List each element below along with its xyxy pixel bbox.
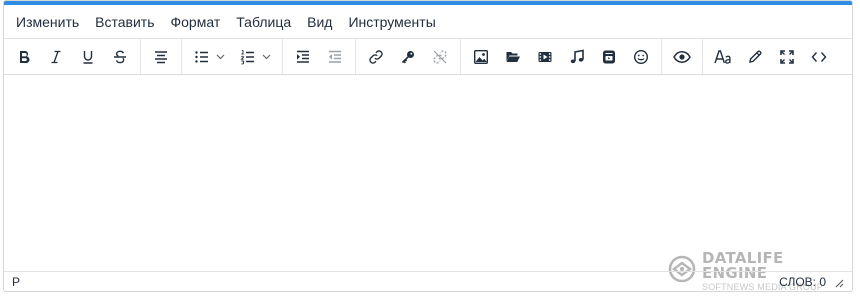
menu-insert[interactable]: Вставить xyxy=(87,5,162,39)
bullet-list-button[interactable] xyxy=(186,42,232,72)
resize-handle-icon[interactable] xyxy=(834,277,844,287)
indent-icon xyxy=(295,49,311,65)
toolbar-group-lists xyxy=(182,39,283,74)
bold-icon xyxy=(16,49,32,65)
outdent-button[interactable] xyxy=(319,42,351,72)
toolbar-group-tools xyxy=(703,39,839,74)
chevron-down-icon[interactable] xyxy=(216,52,225,61)
indent-button[interactable] xyxy=(287,42,319,72)
media-embed-icon xyxy=(601,49,617,65)
image-icon xyxy=(473,49,489,65)
toolbar xyxy=(4,39,852,75)
italic-icon xyxy=(48,49,64,65)
italic-button[interactable] xyxy=(40,42,72,72)
statusbar: P СЛОВ: 0 xyxy=(4,271,852,291)
toolbar-group-indent xyxy=(283,39,356,74)
music-icon xyxy=(569,49,585,65)
outdent-icon xyxy=(327,49,343,65)
format-painter-button[interactable] xyxy=(739,42,771,72)
menu-tools[interactable]: Инструменты xyxy=(340,5,443,39)
toolbar-group-preview xyxy=(662,39,703,74)
preview-button[interactable] xyxy=(666,42,698,72)
align-center-button[interactable] xyxy=(145,42,177,72)
menu-edit[interactable]: Изменить xyxy=(8,5,87,39)
fullscreen-button[interactable] xyxy=(771,42,803,72)
key-button[interactable] xyxy=(392,42,424,72)
video-icon xyxy=(537,49,553,65)
underline-icon xyxy=(80,49,96,65)
statusbar-right: СЛОВ: 0 xyxy=(779,275,844,289)
font-size-button[interactable] xyxy=(707,42,739,72)
bold-button[interactable] xyxy=(8,42,40,72)
folder-open-icon xyxy=(505,49,521,65)
fullscreen-icon xyxy=(779,49,795,65)
element-path[interactable]: P xyxy=(12,275,20,289)
file-manager-button[interactable] xyxy=(497,42,529,72)
word-count: СЛОВ: 0 xyxy=(779,274,826,289)
link-button[interactable] xyxy=(360,42,392,72)
preview-eye-icon xyxy=(673,49,691,65)
image-button[interactable] xyxy=(465,42,497,72)
audio-button[interactable] xyxy=(561,42,593,72)
emoticon-icon xyxy=(633,49,649,65)
align-center-icon xyxy=(153,49,169,65)
editor-content-area[interactable] xyxy=(4,75,852,273)
link-icon xyxy=(368,49,384,65)
bullet-list-icon xyxy=(194,49,210,65)
key-icon xyxy=(400,49,416,65)
toolbar-group-text-style xyxy=(4,39,141,74)
underline-button[interactable] xyxy=(72,42,104,72)
menubar: Изменить Вставить Формат Таблица Вид Инс… xyxy=(4,5,852,39)
menu-view[interactable]: Вид xyxy=(299,5,340,39)
unlink-button[interactable] xyxy=(424,42,456,72)
video-button[interactable] xyxy=(529,42,561,72)
toolbar-group-media xyxy=(461,39,662,74)
code-icon xyxy=(811,49,827,65)
toolbar-group-align xyxy=(141,39,182,74)
menu-format[interactable]: Формат xyxy=(163,5,229,39)
menu-table[interactable]: Таблица xyxy=(228,5,299,39)
unlink-icon xyxy=(432,49,448,65)
font-size-icon xyxy=(714,49,732,65)
strikethrough-button[interactable] xyxy=(104,42,136,72)
rich-text-editor: Изменить Вставить Формат Таблица Вид Инс… xyxy=(3,0,853,292)
emoticon-button[interactable] xyxy=(625,42,657,72)
toolbar-group-links xyxy=(356,39,461,74)
source-code-button[interactable] xyxy=(803,42,835,72)
numbered-list-icon xyxy=(240,49,256,65)
media-embed-button[interactable] xyxy=(593,42,625,72)
numbered-list-button[interactable] xyxy=(232,42,278,72)
pen-icon xyxy=(747,49,763,65)
chevron-down-icon[interactable] xyxy=(262,52,271,61)
strikethrough-icon xyxy=(112,49,128,65)
